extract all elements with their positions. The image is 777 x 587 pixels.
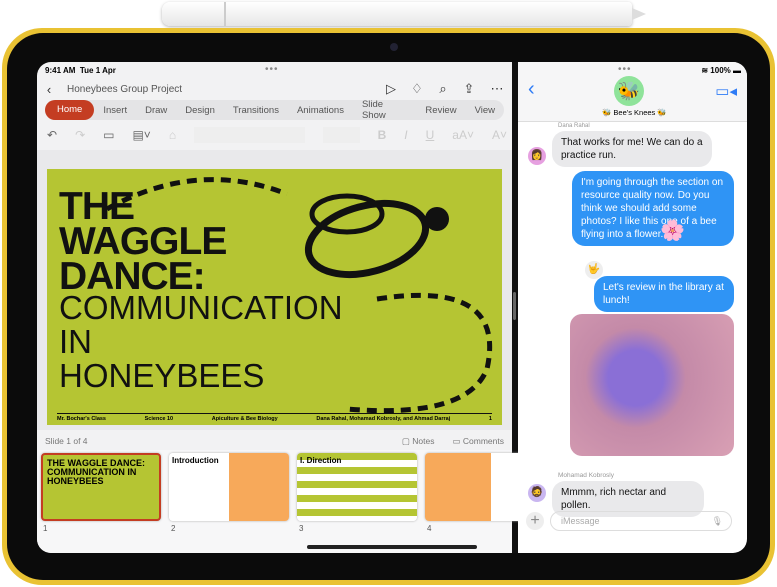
thumbnail-number: 4 <box>427 524 432 533</box>
multitask-dots[interactable]: ••• <box>618 64 632 75</box>
footer-page: 1 <box>488 416 492 422</box>
underline-icon[interactable]: U <box>426 128 435 142</box>
video-call-icon[interactable]: ▭◂ <box>715 82 737 100</box>
avatar-mohamad[interactable]: 🧔 <box>528 484 546 502</box>
messages-app: ••• ≋ 100% ▬ ‹ 🐝 🐝 Bee's Knees 🐝 ▭◂ Dana… <box>518 62 747 553</box>
microphone-icon[interactable]: 🎙 <box>712 512 723 530</box>
sender-name: Dana Rahal <box>558 123 590 129</box>
more-icon[interactable]: ⋯ <box>482 81 512 97</box>
message-bubble[interactable]: Let's review in the library at lunch! <box>594 276 734 312</box>
font-size-field[interactable] <box>322 127 360 143</box>
message-text: I'm going through the section on resourc… <box>581 177 724 240</box>
thumbnail-title: THE WAGGLE DANCE: COMMUNICATION IN HONEY… <box>47 458 145 486</box>
plus-icon[interactable]: + <box>526 512 544 530</box>
redo-icon[interactable]: ↷ <box>75 128 85 142</box>
share-icon[interactable]: ⇪ <box>456 81 482 97</box>
message-input[interactable]: iMessage 🎙 <box>550 511 732 531</box>
ribbon-tabs: Home Insert Draw Design Transitions Anim… <box>45 99 504 121</box>
battery-icon: ▬ <box>733 66 741 75</box>
bee-flower-photo[interactable] <box>570 314 734 456</box>
footer-subject: Science 10 <box>144 416 174 422</box>
slide-title-line: WAGGLE <box>59 220 227 263</box>
powerpoint-app: 9:41 AM Tue 1 Apr ••• ‹ Honeybees Group … <box>37 62 545 553</box>
home-indicator[interactable] <box>307 545 477 549</box>
thumbnail-title: Introduction <box>172 456 219 465</box>
slide-counter: Slide 1 of 4 <box>45 436 88 446</box>
flower-tapback: 🌸 <box>660 220 685 242</box>
message-bubble[interactable]: I'm going through the section on resourc… <box>572 171 734 246</box>
status-date: Tue 1 Apr <box>79 66 116 75</box>
lightbulb-icon[interactable]: ♢ <box>404 81 430 97</box>
group-avatar[interactable]: 🐝 <box>614 76 644 106</box>
tab-view[interactable]: View <box>466 105 504 116</box>
slide-canvas: THE WAGGLE DANCE: COMMUNICATION IN HONEYBEES… <box>37 150 512 430</box>
toolbar: ↶ ↷ ▭ ▤˅ ⌂ B I U aA˅ A˅ <box>47 124 507 146</box>
wifi-icon: ≋ <box>701 66 711 75</box>
back-icon[interactable]: ‹ <box>37 82 61 97</box>
new-slide-icon[interactable]: ▭ <box>103 128 114 142</box>
input-placeholder: iMessage <box>561 516 600 526</box>
tab-review[interactable]: Review <box>416 105 465 116</box>
avatar-dana[interactable]: 👩 <box>528 147 546 165</box>
tab-animations[interactable]: Animations <box>288 105 353 116</box>
slide-subtitle-line: COMMUNICATION <box>59 289 343 326</box>
font-size-icon[interactable]: aA˅ <box>452 128 474 142</box>
current-slide[interactable]: THE WAGGLE DANCE: COMMUNICATION IN HONEYBEES… <box>47 169 502 425</box>
group-name[interactable]: 🐝 Bee's Knees 🐝 <box>602 108 667 117</box>
tab-slide-show[interactable]: Slide Show <box>353 99 416 121</box>
play-icon[interactable]: ▷ <box>378 81 404 97</box>
comments-button[interactable]: Comments <box>463 436 504 446</box>
camera <box>390 43 398 51</box>
slide-title-line: THE <box>59 185 135 228</box>
slide-subtitle-line: IN <box>59 323 92 360</box>
ipad-device: 9:41 AM Tue 1 Apr ••• ‹ Honeybees Group … <box>2 28 775 585</box>
notes-button[interactable]: Notes <box>412 436 434 446</box>
battery-level: 100% <box>710 66 731 75</box>
tab-transitions[interactable]: Transitions <box>224 105 288 116</box>
apple-pencil <box>162 2 646 26</box>
thumbnail-number: 1 <box>43 524 48 533</box>
sender-name: Mohamad Kobrosly <box>558 472 614 479</box>
footer-authors: Dana Rahal, Mohamad Kobrosly, and Ahmad … <box>316 416 451 422</box>
footer-topic: Apiculture & Bee Biology <box>211 416 278 422</box>
footer-class: Mr. Bochar's Class <box>57 416 106 422</box>
tab-home[interactable]: Home <box>45 100 95 120</box>
comments-icon: ▭ <box>452 435 463 446</box>
message-bubble[interactable]: That works for me! We can do a practice … <box>552 131 712 167</box>
document-title[interactable]: Honeybees Group Project <box>67 84 378 95</box>
format-painter-icon[interactable]: ⌂ <box>169 128 176 142</box>
thumbnail-2[interactable]: Introduction <box>169 453 289 521</box>
search-icon[interactable]: ⌕ <box>430 81 456 97</box>
slide-footer: Mr. Bochar's Class Science 10 Apiculture… <box>57 413 492 422</box>
reaction-sticker: 🤟 <box>585 261 603 279</box>
italic-icon[interactable]: I <box>404 128 407 142</box>
back-icon[interactable]: ‹ <box>528 78 535 101</box>
thumbnail-1[interactable]: THE WAGGLE DANCE: COMMUNICATION IN HONEY… <box>41 453 161 521</box>
tab-design[interactable]: Design <box>176 105 224 116</box>
thumbnail-number: 3 <box>299 524 304 533</box>
thumbnail-number: 2 <box>171 524 176 533</box>
status-time: 9:41 AM <box>45 66 76 75</box>
undo-icon[interactable]: ↶ <box>47 128 57 142</box>
bold-icon[interactable]: B <box>378 128 387 142</box>
font-color-icon[interactable]: A˅ <box>492 128 507 142</box>
multitask-dots[interactable]: ••• <box>265 64 279 75</box>
font-name-field[interactable] <box>194 127 305 143</box>
layout-icon[interactable]: ▤˅ <box>132 128 150 142</box>
thumbnail-title: I. Direction <box>300 456 342 465</box>
slide-thumbnails: THE WAGGLE DANCE: COMMUNICATION IN HONEY… <box>37 450 545 553</box>
screen: 9:41 AM Tue 1 Apr ••• ‹ Honeybees Group … <box>37 62 747 553</box>
slide-subtitle-line: HONEYBEES <box>59 357 265 394</box>
tab-draw[interactable]: Draw <box>136 105 176 116</box>
tab-insert[interactable]: Insert <box>94 105 136 116</box>
thumbnail-3[interactable]: I. Direction <box>297 453 417 521</box>
split-view-divider[interactable] <box>513 292 516 320</box>
notes-icon: ▢ <box>401 435 413 446</box>
